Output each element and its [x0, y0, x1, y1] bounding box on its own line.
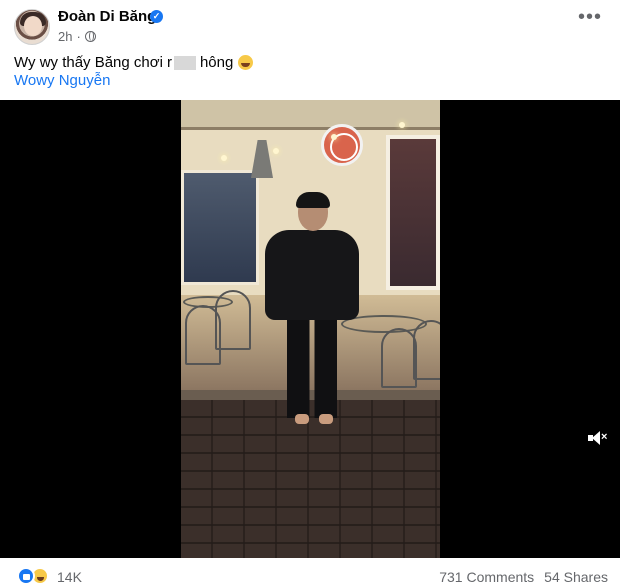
mute-x-mark: × [601, 431, 608, 443]
verified-badge-icon: ✓ [150, 10, 163, 23]
caption-partial-char: r [166, 54, 172, 71]
more-options-button[interactable]: ••• [578, 7, 602, 27]
person-torso [265, 230, 359, 320]
person-legs [287, 312, 337, 418]
brick-floor-lines [181, 400, 440, 558]
post-meta: 2h · [58, 29, 96, 44]
wall-fan [321, 124, 363, 166]
video-player[interactable] [0, 100, 620, 558]
caption-text-start: Wy wy thấy Băng chơi [14, 54, 163, 71]
laughing-emoji-icon [238, 55, 254, 70]
cafe-chair [381, 328, 417, 388]
shop-window-right [386, 135, 440, 290]
post-footer: 14K 731 Comments 54 Shares [0, 558, 620, 588]
light-bulb [273, 148, 279, 154]
post-caption: Wy wy thấy Băng chơi r hông [14, 54, 254, 71]
person-foot [295, 414, 309, 424]
video-frame [181, 100, 440, 558]
author-avatar[interactable] [14, 9, 50, 45]
volume-muted-icon[interactable]: × [588, 430, 608, 446]
post-header: Đoàn Di Băng ✓ 2h · ••• Wy wy thấy Băng … [0, 0, 620, 100]
post-timestamp[interactable]: 2h [58, 29, 72, 44]
like-reaction-icon[interactable] [17, 567, 35, 585]
person-hair [296, 192, 330, 208]
comments-count[interactable]: 731 Comments [439, 569, 534, 585]
caption-text-end: hông [199, 54, 234, 71]
person-foot [319, 414, 333, 424]
shares-count[interactable]: 54 Shares [544, 569, 608, 585]
globe-icon [84, 31, 96, 42]
shop-window-left [181, 170, 259, 285]
author-name[interactable]: Đoàn Di Băng [58, 8, 156, 25]
censor-block [173, 55, 196, 70]
post-stats: 731 Comments 54 Shares [439, 569, 608, 585]
light-bulb [399, 122, 405, 128]
light-bulb [221, 155, 227, 161]
reaction-count[interactable]: 14K [57, 569, 82, 585]
cafe-chair [185, 305, 221, 365]
tagged-person-link[interactable]: Wowy Nguyễn [14, 72, 110, 89]
light-bulb [331, 134, 337, 140]
avatar-face [24, 16, 42, 36]
cafe-chair [413, 320, 440, 380]
